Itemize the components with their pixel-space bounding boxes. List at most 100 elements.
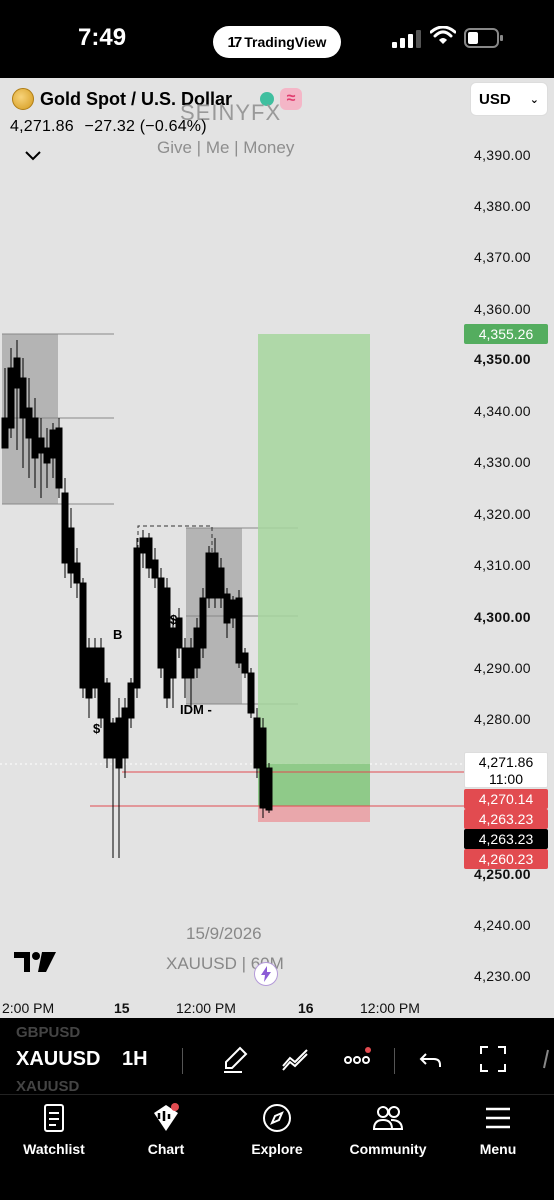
candle-body [259,727,267,809]
nav-label: Chart [147,1141,185,1157]
nav-label: Watchlist [23,1141,85,1157]
candle-body [109,722,117,759]
community-icon [372,1106,404,1130]
time-axis-label: 2:00 PM [2,1000,55,1016]
tradingview-pill[interactable]: 17 TradingView [213,26,341,58]
nav-explore[interactable]: Explore [227,1103,327,1157]
chart-area[interactable]: Gold Spot / U.S. Dollar ≈ SEINYFX Give |… [0,78,554,1018]
candle-body [247,672,255,714]
candle-body [193,627,201,669]
price-change: −27.32 (−0.64%) [84,118,207,135]
tradingview-logo-icon: 17 [227,33,243,51]
hamburger-icon [486,1107,510,1129]
dollar-label: $ [93,721,101,736]
nav-label: Explore [251,1141,303,1157]
candle-body [229,599,237,619]
candle-body [85,647,93,699]
interval-button[interactable]: 1H [122,1048,148,1071]
b-label: B [113,627,123,642]
price-scale-label: 4,230.00 [474,968,531,984]
price-scale-label: 4,240.00 [474,917,531,933]
idm-label: IDM - [180,702,212,717]
price-scale-label: 4,380.00 [474,198,531,214]
symbol-button[interactable]: XAUUSD [16,1048,100,1071]
tradingview-pill-label: TradingView [244,34,327,50]
nav-community[interactable]: Community [338,1103,438,1157]
indicators-icon[interactable] [280,1044,310,1074]
bottom-nav: Watchlist Chart Explore Community Menu [0,1094,554,1200]
candle-body [97,647,105,719]
target-zone [258,334,370,806]
price-scale-label: 4,370.00 [474,249,531,265]
candle-body [169,627,177,679]
price-line: 4,271.86 −27.32 (−0.64%) [10,118,207,136]
chevron-down-icon[interactable] [24,150,42,162]
candle-body [223,593,231,624]
candle-body [115,717,123,769]
price-scale-label: 4,350.00 [474,351,531,367]
undo-icon[interactable] [416,1044,446,1074]
candle-body [127,682,135,719]
date-watermark: 15/9/2026 [186,924,262,943]
stop-zone [258,806,370,822]
battery-icon [464,28,503,48]
candle-body [55,427,63,489]
dollar-label: $ [170,612,178,627]
price-tag-red: 4,263.23 [464,809,548,829]
price-scale-label: 4,300.00 [474,609,531,625]
brush-icon[interactable] [220,1044,250,1074]
ghost-symbol: XAUUSD [16,1078,80,1095]
bar-countdown: 11:00 [489,771,523,787]
fullscreen-icon[interactable] [478,1044,508,1074]
candle-body [7,367,15,429]
toolbar-divider [182,1048,183,1074]
candle-body [31,417,39,459]
price-scale-label: 4,340.00 [474,403,531,419]
wave-badge-icon[interactable]: ≈ [280,88,303,110]
nav-chart[interactable]: Chart [116,1103,216,1157]
chart-toolbar: GBPUSD XAUUSD XAUUSD 1H [0,1018,554,1095]
last-price-tag-value: 4,271.86 [478,754,534,770]
price-scale-label: 4,290.00 [474,660,531,676]
candle-body [19,377,27,419]
candle-body [235,597,243,664]
status-time: 7:49 [78,24,127,51]
candle-body [79,582,87,689]
price-scale-label: 4,310.00 [474,557,531,573]
candle-body [1,417,9,449]
candle-body [67,527,75,574]
watermark-subtitle: Give | Me | Money [157,138,295,157]
candle-body [43,447,51,464]
currency-value: USD [479,90,511,108]
status-bar: 7:49 17 TradingView [0,0,554,78]
nav-menu[interactable]: Menu [448,1103,548,1157]
nav-watchlist[interactable]: Watchlist [4,1103,104,1157]
candle-body [73,562,81,584]
ghost-symbol: GBPUSD [16,1024,81,1041]
candle-body [133,547,141,689]
candle-body [211,552,219,599]
chevron-down-icon: ⌄ [529,93,539,106]
price-tag-red: 4,270.14 [464,789,548,809]
lightning-icon[interactable] [254,962,278,986]
currency-select[interactable]: USD ⌄ [470,82,548,116]
candle-body [187,647,195,679]
candle-body [205,552,213,599]
cellular-signal-icon [392,30,421,48]
price-scale-label: 4,320.00 [474,506,531,522]
candle-body [217,567,225,599]
price-tag-black: 4,263.23 [464,829,548,849]
price-chart[interactable] [0,78,554,1018]
candle-body [13,357,21,389]
tradingview-logo-icon [14,952,56,972]
wifi-icon [430,26,456,44]
time-axis-label: 12:00 PM [176,1000,236,1016]
toolbar-divider [394,1048,395,1074]
candle-body [265,767,273,811]
price-scale-label: 4,280.00 [474,711,531,727]
candle-body [91,647,99,689]
candle-body [61,492,69,564]
candle-body [145,537,153,569]
gold-coin-icon [12,88,34,110]
more-icon[interactable] [342,1044,372,1074]
